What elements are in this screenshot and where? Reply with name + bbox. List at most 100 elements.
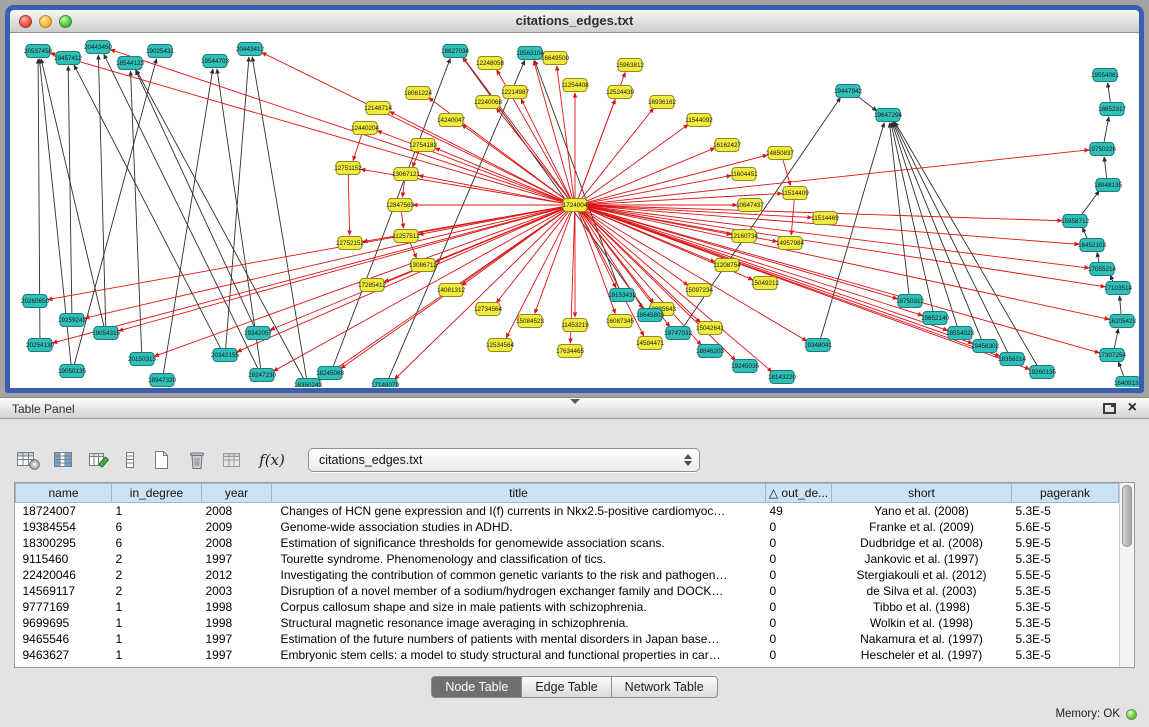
table-cell[interactable]: 2009	[202, 519, 272, 535]
table-cell[interactable]: Disruption of a novel member of a sodium…	[272, 583, 766, 599]
graph-node[interactable]: 17307254	[1098, 349, 1127, 362]
table-cell[interactable]: 1997	[202, 647, 272, 663]
table-cell[interactable]: Estimation of the future numbers of pati…	[272, 631, 766, 647]
delete-table-icon[interactable]	[183, 447, 210, 473]
graph-node[interactable]: 12754183	[409, 139, 438, 152]
table-cell[interactable]: 2003	[202, 583, 272, 599]
graph-edge[interactable]	[74, 59, 157, 367]
table-cell[interactable]: 0	[766, 535, 832, 551]
close-panel-icon[interactable]: ×	[1128, 401, 1137, 415]
network-canvas[interactable]: 1724004112544081221498712240068142400471…	[10, 33, 1139, 387]
graph-node[interactable]: 19025431	[146, 45, 175, 58]
graph-node[interactable]: 12214987	[501, 86, 530, 99]
graph-node[interactable]: 19457412	[54, 52, 83, 65]
table-cell[interactable]: 5.9E-5	[1012, 535, 1119, 551]
graph-edge[interactable]	[581, 150, 1089, 205]
table-cell[interactable]: Nakamura et al. (1997)	[832, 631, 1012, 647]
graph-node[interactable]: 12734564	[474, 303, 503, 316]
graph-edge[interactable]	[581, 206, 1100, 353]
table-cell[interactable]: 19384554	[16, 519, 112, 535]
table-row[interactable]: 977716911998Corpus callosum shape and si…	[16, 599, 1119, 615]
graph-node[interactable]: 18827034	[441, 45, 470, 58]
select-columns-icon[interactable]	[50, 447, 77, 473]
graph-edge[interactable]	[98, 55, 105, 329]
graph-edge[interactable]	[110, 50, 569, 204]
graph-edge[interactable]	[85, 206, 569, 318]
table-cell[interactable]: 1	[112, 503, 202, 520]
graph-node[interactable]: 20342155	[211, 349, 240, 362]
table-cell[interactable]: 0	[766, 551, 832, 567]
create-table-icon[interactable]	[147, 447, 174, 473]
table-cell[interactable]: 9465546	[16, 631, 112, 647]
table-cell[interactable]: Investigating the contribution of common…	[272, 567, 766, 583]
graph-node[interactable]: 20443412	[236, 43, 265, 56]
table-select[interactable]: citations_edges.txt	[308, 448, 700, 472]
table-cell[interactable]: 18300295	[16, 535, 112, 551]
table-row[interactable]: 2242004622012Investigating the contribut…	[16, 567, 1119, 583]
table-cell[interactable]: Embryonic stem cells: a model to study s…	[272, 647, 766, 663]
table-cell[interactable]: 1997	[202, 631, 272, 647]
float-panel-icon[interactable]	[1103, 403, 1116, 414]
column-header-0[interactable]: name	[16, 484, 112, 503]
graph-edge[interactable]	[791, 197, 794, 235]
network-window-titlebar[interactable]: citations_edges.txt	[10, 10, 1139, 33]
table-cell[interactable]: 1997	[202, 551, 272, 567]
table-cell[interactable]: 0	[766, 631, 832, 647]
graph-node[interactable]: 11254408	[561, 79, 589, 92]
table-row[interactable]: 1830029562008Estimation of significance …	[16, 535, 1119, 551]
graph-node[interactable]: 16409135	[1114, 377, 1139, 388]
graph-node[interactable]: 19247230	[248, 369, 277, 382]
graph-node[interactable]: 19054315	[92, 327, 121, 340]
column-header-5[interactable]: short	[832, 484, 1012, 503]
graph-node[interactable]: 20443450	[84, 41, 113, 54]
table-cell[interactable]: 5.3E-5	[1012, 647, 1119, 663]
graph-node[interactable]: 16936162	[648, 96, 677, 109]
table-cell[interactable]: 5.3E-5	[1012, 503, 1119, 520]
graph-node[interactable]: 11514469	[811, 212, 839, 225]
table-cell[interactable]: 2012	[202, 567, 272, 583]
table-cell[interactable]: Tibbo et al. (1998)	[832, 599, 1012, 615]
graph-node[interactable]: 18645803	[636, 309, 665, 322]
graph-node[interactable]: 19153439	[608, 289, 637, 302]
table-cell[interactable]: Hescheler et al. (1997)	[832, 647, 1012, 663]
table-cell[interactable]: 1	[112, 615, 202, 631]
table-cell[interactable]: Jankovic et al. (1997)	[832, 551, 1012, 567]
table-scrollbar[interactable]	[1119, 483, 1134, 667]
graph-node[interactable]: 15049212	[751, 277, 780, 290]
graph-node[interactable]: 11453219	[561, 319, 589, 332]
citation-graph[interactable]: 1724004112544081221498712240068142400471…	[10, 33, 1139, 387]
panel-resize-handle[interactable]	[570, 399, 580, 404]
graph-edge[interactable]	[1103, 117, 1108, 145]
graph-node[interactable]: 18245068	[316, 367, 345, 380]
edit-columns-icon[interactable]	[86, 447, 113, 473]
column-header-6[interactable]: pagerank	[1012, 484, 1119, 503]
graph-node[interactable]: 11544092	[685, 114, 713, 127]
graph-node[interactable]: 15084523	[516, 315, 545, 328]
table-cell[interactable]: Tourette syndrome. Phenomenology and cla…	[272, 551, 766, 567]
graph-node[interactable]: 20150313	[128, 353, 157, 366]
table-cell[interactable]: 9115460	[16, 551, 112, 567]
table-cell[interactable]: Changes of HCN gene expression and I(f) …	[272, 503, 766, 520]
graph-node[interactable]: 19647294	[874, 109, 903, 122]
table-cell[interactable]: 1	[112, 647, 202, 663]
minimize-button[interactable]	[39, 15, 52, 28]
table-scrollbar-thumb[interactable]	[1122, 485, 1132, 547]
graph-node[interactable]: 16205423	[1108, 315, 1137, 328]
tab-node-table[interactable]: Node Table	[431, 676, 522, 698]
graph-node[interactable]: 12440204	[351, 122, 380, 135]
graph-node[interactable]: 18061224	[404, 87, 433, 100]
graph-node[interactable]: 18947320	[148, 374, 177, 387]
graph-edge[interactable]	[68, 66, 72, 316]
graph-node[interactable]: 11257512	[392, 230, 420, 243]
graph-edge[interactable]	[581, 206, 1105, 287]
graph-edge[interactable]	[581, 148, 715, 204]
table-cell[interactable]: 14569117	[16, 583, 112, 599]
graph-node[interactable]: 19544703	[201, 55, 230, 68]
graph-node[interactable]: 14850837	[766, 147, 795, 160]
graph-node[interactable]: 15097234	[685, 284, 714, 297]
graph-edge[interactable]	[419, 175, 569, 204]
table-cell[interactable]: 5.6E-5	[1012, 519, 1119, 535]
graph-edge[interactable]	[581, 175, 731, 204]
table-cell[interactable]: 1	[112, 599, 202, 615]
graph-edge[interactable]	[163, 69, 213, 376]
